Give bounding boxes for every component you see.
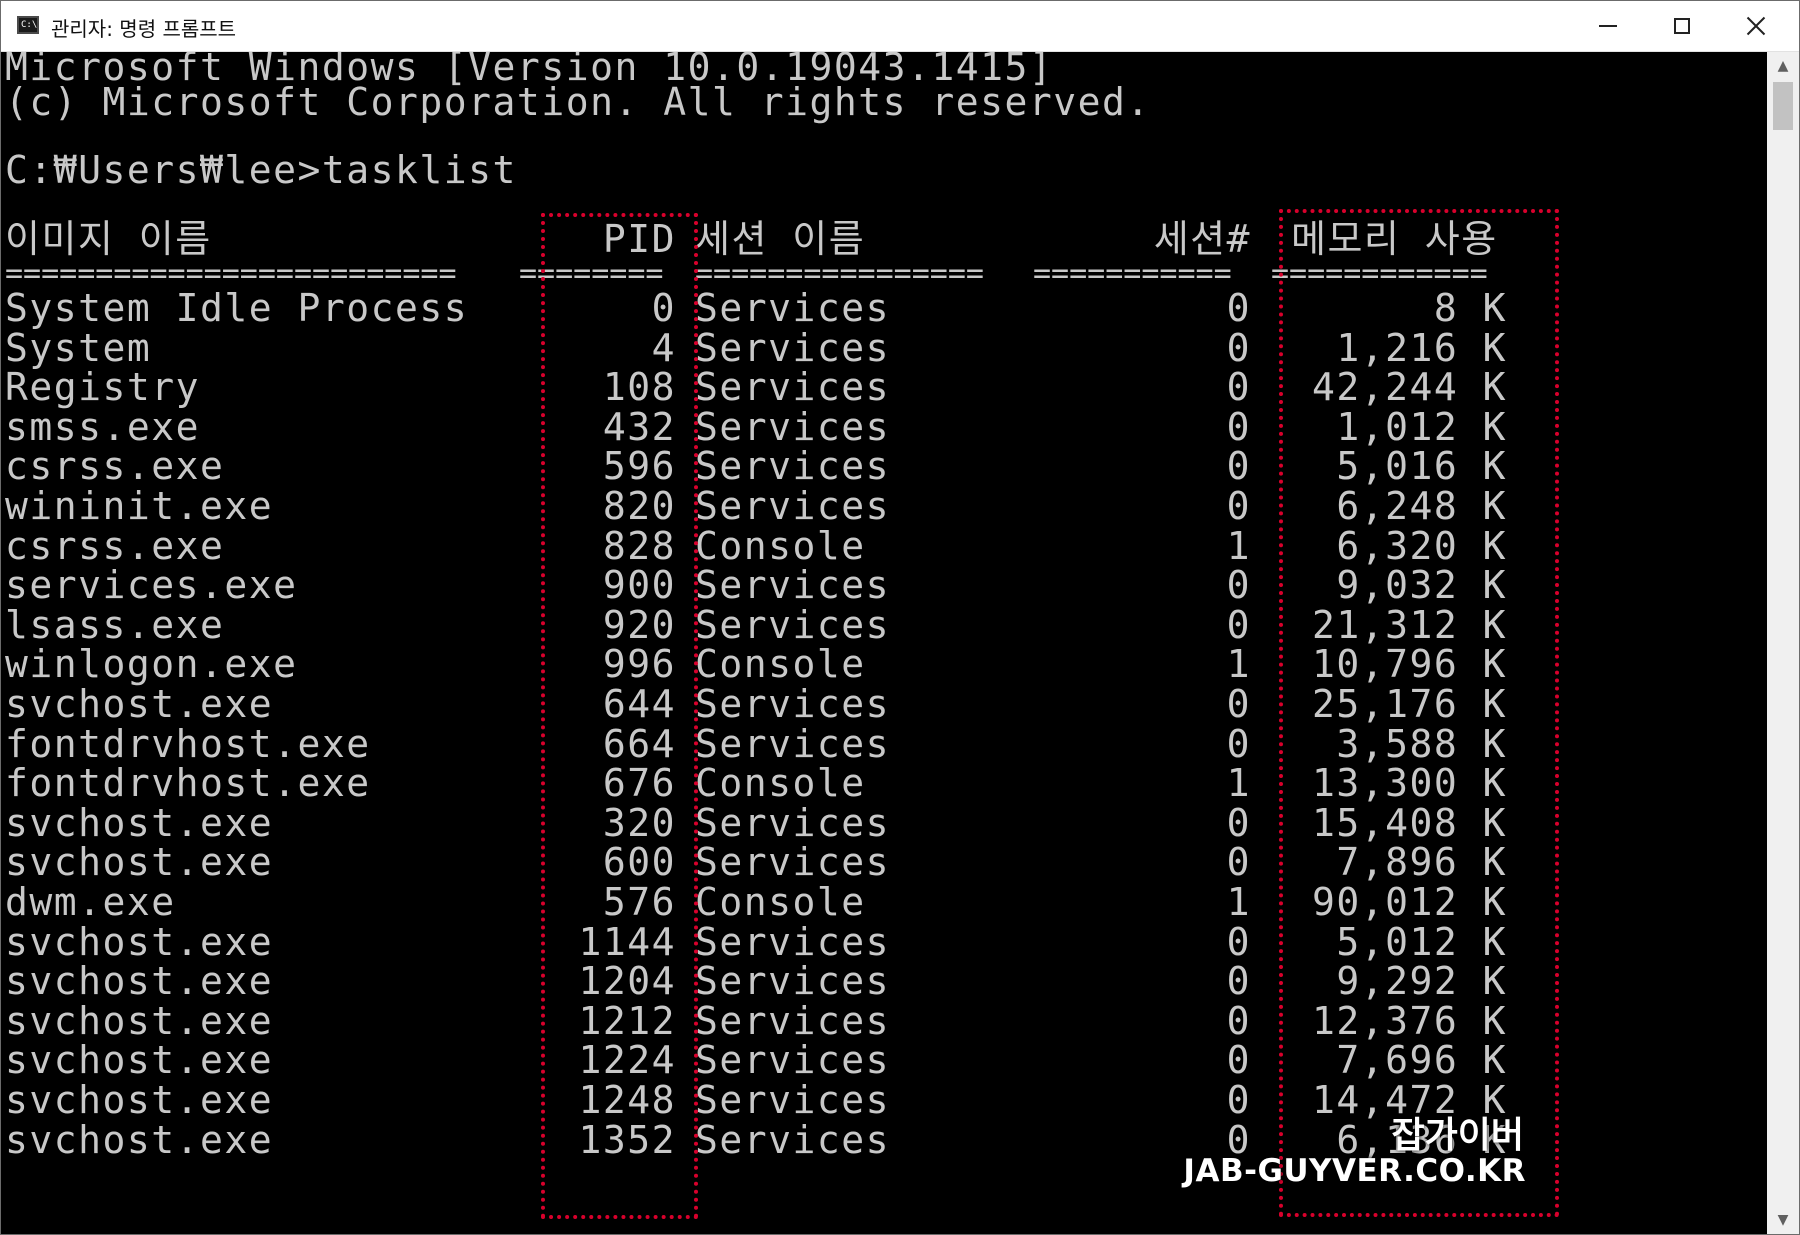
process-session-name: Services xyxy=(695,1078,891,1122)
process-image-name: Registry xyxy=(5,365,201,410)
process-session-number: 0 xyxy=(1226,563,1251,608)
process-session-name: Services xyxy=(695,563,891,608)
process-image-name: System Idle Process xyxy=(5,286,469,330)
process-session-number: 0 xyxy=(1226,325,1251,370)
process-session-name: Services xyxy=(695,404,891,449)
maximize-icon xyxy=(1674,18,1690,34)
process-session-name: Services xyxy=(695,721,891,766)
process-image-name: csrss.exe xyxy=(5,523,225,568)
process-image-name: svchost.exe xyxy=(5,800,274,845)
console-output[interactable]: Microsoft Windows [Version 10.0.19043.14… xyxy=(1,52,1767,1234)
process-session-number: 1 xyxy=(1226,880,1251,924)
scroll-down-arrow-icon[interactable]: ▼ xyxy=(1767,1206,1799,1234)
header-image-name: 이미지 이름 xyxy=(5,217,212,261)
window-title: 관리자: 명령 프롬프트 xyxy=(51,17,237,41)
process-image-name: svchost.exe xyxy=(5,840,274,885)
minimize-button[interactable] xyxy=(1571,1,1645,51)
memory-column-highlight xyxy=(1279,209,1559,1217)
process-image-name: svchost.exe xyxy=(5,959,274,1004)
process-session-number: 0 xyxy=(1226,721,1251,766)
process-image-name: dwm.exe xyxy=(5,880,176,924)
process-session-name: Services xyxy=(695,959,891,1004)
process-session-number: 0 xyxy=(1226,840,1251,885)
process-session-name: Services xyxy=(695,840,891,885)
command-prompt-window: C:\ 관리자: 명령 프롬프트 Microsoft Windows [Vers… xyxy=(0,0,1800,1235)
pid-column-highlight xyxy=(541,213,698,1219)
process-session-name: Console xyxy=(695,880,866,924)
process-image-name: lsass.exe xyxy=(5,602,225,647)
process-session-number: 1 xyxy=(1226,642,1251,687)
process-session-number: 0 xyxy=(1226,919,1251,964)
command-prompt-line: C:₩Users₩lee>tasklist xyxy=(5,148,517,192)
process-session-number: 0 xyxy=(1226,682,1251,726)
close-icon xyxy=(1746,16,1766,36)
process-session-number: 0 xyxy=(1226,1038,1251,1083)
process-session-number: 0 xyxy=(1226,365,1251,410)
cmd-icon: C:\ xyxy=(17,16,39,34)
close-button[interactable] xyxy=(1719,1,1793,51)
watermark-korean: 잡가이버 xyxy=(1391,1115,1524,1156)
process-session-name: Console xyxy=(695,523,866,568)
process-session-number: 0 xyxy=(1226,484,1251,528)
process-session-name: Console xyxy=(695,642,866,687)
process-session-name: Services xyxy=(695,286,891,330)
process-session-number: 0 xyxy=(1226,286,1251,330)
process-image-name: svchost.exe xyxy=(5,998,274,1043)
watermark-english: JAB-GUYVER.CO.KR xyxy=(1183,1153,1526,1189)
process-session-number: 0 xyxy=(1226,404,1251,449)
process-session-number: 0 xyxy=(1226,444,1251,489)
vertical-scrollbar[interactable]: ▲ ▼ xyxy=(1767,52,1799,1234)
process-session-number: 0 xyxy=(1226,800,1251,845)
process-session-name: Services xyxy=(695,325,891,370)
process-session-number: 1 xyxy=(1226,761,1251,806)
process-session-name: Services xyxy=(695,1117,891,1162)
process-image-name: wininit.exe xyxy=(5,484,274,528)
scroll-up-arrow-icon[interactable]: ▲ xyxy=(1767,52,1799,80)
process-session-name: Services xyxy=(695,682,891,726)
process-session-name: Services xyxy=(695,365,891,410)
process-image-name: csrss.exe xyxy=(5,444,225,489)
process-session-number: 0 xyxy=(1226,602,1251,647)
process-session-number: 1 xyxy=(1226,523,1251,568)
process-session-name: Services xyxy=(695,800,891,845)
banner-line-2: (c) Microsoft Corporation. All rights re… xyxy=(5,80,1151,124)
process-image-name: fontdrvhost.exe xyxy=(5,761,371,806)
process-image-name: winlogon.exe xyxy=(5,642,298,687)
process-image-name: System xyxy=(5,325,152,370)
process-session-name: Console xyxy=(695,761,866,806)
process-image-name: smss.exe xyxy=(5,404,201,449)
header-session-name: 세션 이름 xyxy=(695,217,866,261)
maximize-button[interactable] xyxy=(1645,1,1719,51)
minimize-icon xyxy=(1599,25,1617,27)
process-session-name: Services xyxy=(695,602,891,647)
process-session-number: 0 xyxy=(1226,1078,1251,1122)
scrollbar-thumb[interactable] xyxy=(1773,82,1793,130)
process-image-name: fontdrvhost.exe xyxy=(5,721,371,766)
process-image-name: svchost.exe xyxy=(5,919,274,964)
process-session-number: 0 xyxy=(1226,998,1251,1043)
process-image-name: svchost.exe xyxy=(5,1078,274,1122)
process-image-name: svchost.exe xyxy=(5,682,274,726)
process-session-name: Services xyxy=(695,998,891,1043)
process-session-number: 0 xyxy=(1226,959,1251,1004)
title-bar[interactable]: C:\ 관리자: 명령 프롬프트 xyxy=(1,1,1799,52)
header-session-number: 세션# xyxy=(1153,217,1251,261)
process-session-name: Services xyxy=(695,444,891,489)
process-session-name: Services xyxy=(695,1038,891,1083)
process-session-name: Services xyxy=(695,919,891,964)
process-image-name: svchost.exe xyxy=(5,1117,274,1162)
process-image-name: svchost.exe xyxy=(5,1038,274,1083)
process-image-name: services.exe xyxy=(5,563,298,608)
process-session-name: Services xyxy=(695,484,891,528)
